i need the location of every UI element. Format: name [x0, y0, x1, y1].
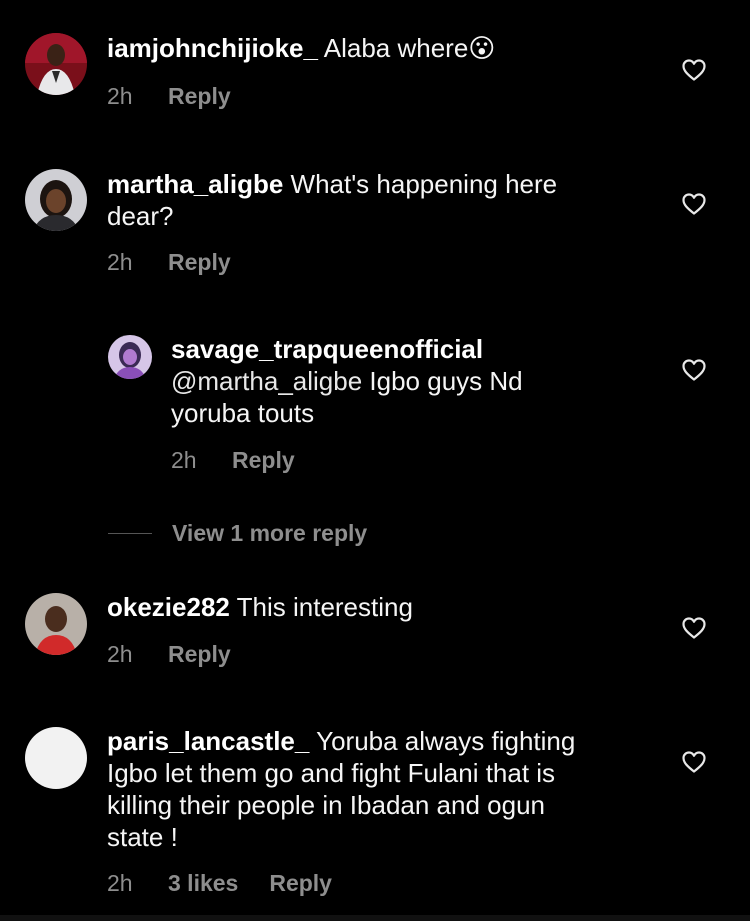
- bottom-divider: [0, 915, 750, 921]
- likes-count[interactable]: 3 likes: [168, 869, 238, 897]
- comment-meta: 2h 3 likes Reply: [107, 869, 332, 897]
- timestamp: 2h: [107, 870, 133, 896]
- avatar[interactable]: [25, 33, 87, 95]
- timestamp: 2h: [107, 83, 133, 109]
- heart-outline-icon[interactable]: [681, 616, 707, 640]
- heart-outline-icon[interactable]: [681, 192, 707, 216]
- reply-button[interactable]: Reply: [168, 249, 231, 275]
- mention-link[interactable]: @martha_aligbe: [171, 366, 362, 396]
- avatar[interactable]: [25, 593, 87, 655]
- timestamp: 2h: [171, 447, 197, 473]
- view-more-replies-button[interactable]: View 1 more reply: [108, 518, 367, 548]
- comment-body-line-1: Yoruba always fighting: [316, 726, 576, 756]
- heart-outline-icon[interactable]: [681, 358, 707, 382]
- comment-body-line-1: What's happening here: [290, 169, 558, 199]
- reply-button[interactable]: Reply: [168, 641, 231, 667]
- comment-text: okezie282 This interesting: [107, 591, 413, 623]
- username[interactable]: paris_lancastle_: [107, 726, 309, 756]
- heart-outline-icon[interactable]: [681, 750, 707, 774]
- view-more-replies-label: View 1 more reply: [172, 519, 368, 546]
- username[interactable]: savage_trapqueenofficial: [171, 334, 483, 364]
- comment-meta: 2h Reply: [107, 640, 231, 668]
- comment-body: Alaba where: [323, 33, 469, 63]
- comment-body-line-2: Igbo let them go and fight Fulani that i…: [107, 758, 556, 788]
- comment-body-line-2: dear?: [107, 201, 174, 231]
- comment-body-line-1: Igbo guys Nd: [369, 366, 523, 396]
- avatar[interactable]: [25, 727, 87, 789]
- avatar[interactable]: [108, 335, 152, 379]
- username[interactable]: iamjohnchijioke_: [107, 33, 318, 63]
- heart-outline-icon[interactable]: [681, 58, 707, 82]
- comment-body-line-2: yoruba touts: [171, 398, 315, 428]
- reply-button[interactable]: Reply: [232, 447, 295, 473]
- divider: [108, 532, 152, 534]
- comment-meta: 2h Reply: [107, 248, 231, 276]
- comment-meta: 2h Reply: [107, 82, 231, 110]
- comment-text: paris_lancastle_ Yoruba always fighting …: [107, 725, 575, 853]
- comment-body-line-4: state !: [107, 822, 178, 852]
- reply-button[interactable]: Reply: [168, 83, 231, 109]
- avatar[interactable]: [25, 169, 87, 231]
- username[interactable]: martha_aligbe: [107, 169, 283, 199]
- surprised-emoji-icon: 😮: [468, 33, 496, 63]
- username[interactable]: okezie282: [107, 592, 230, 622]
- comment-text: savage_trapqueenofficial @martha_aligbe …: [171, 333, 523, 429]
- comment-text: martha_aligbe What's happening here dear…: [107, 168, 557, 232]
- comment-text: iamjohnchijioke_ Alaba where😮: [107, 32, 495, 64]
- timestamp: 2h: [107, 641, 133, 667]
- timestamp: 2h: [107, 249, 133, 275]
- comment-meta: 2h Reply: [171, 446, 295, 474]
- comment-body: This interesting: [236, 592, 413, 622]
- reply-button[interactable]: Reply: [269, 870, 332, 896]
- comment-body-line-3: killing their people in Ibadan and ogun: [107, 790, 546, 820]
